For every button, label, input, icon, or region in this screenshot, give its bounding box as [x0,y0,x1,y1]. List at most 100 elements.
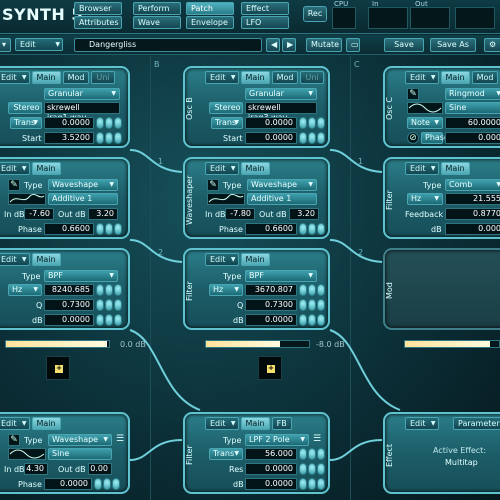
waveshaper-bottom-in-db-value[interactable]: 4.30 [24,463,48,475]
mod-c-module[interactable]: Mod [383,248,500,330]
folder-icon[interactable]: ▭ [346,38,360,52]
filter-b-q-value[interactable]: 0.7300 [245,299,297,311]
osc-a-type-select[interactable]: Granular [44,88,120,100]
waveshaper-b-edit-menu[interactable]: Edit [205,162,239,175]
osc-a-file-field[interactable]: skrewell irag1.wav [44,102,120,122]
level-b-slider[interactable] [205,340,310,348]
waveshaper-b-phase-value[interactable]: 0.6600 [245,223,297,235]
osc-c-tab-mod[interactable]: Mod [471,71,499,84]
filter-a-q-knobs[interactable] [96,299,122,311]
osc-a-trans-knobs[interactable] [96,117,122,129]
filter-b-db-knobs[interactable] [299,314,325,326]
waveshaper-bottom-out-db-value[interactable]: 0.00 [88,463,112,475]
osc-b-edit-menu[interactable]: Edit [205,71,239,84]
nav-browser[interactable]: Browser [74,2,122,15]
save-button[interactable]: Save [384,38,424,52]
osc-b-tab-main[interactable]: Main [240,71,270,84]
filter-bottom-edit-menu[interactable]: Edit [205,417,239,430]
osc-c-note-select[interactable]: Note [407,117,443,129]
osc-b-tab-mod[interactable]: Mod [271,71,299,84]
next-preset-button[interactable]: ▶ [282,38,296,52]
add-module-a-button[interactable]: + [46,356,70,380]
filter-bottom-tab-main[interactable]: Main [240,417,270,430]
filter-b-freq-value[interactable]: 3670.807 [245,284,297,296]
level-a-slider[interactable] [5,340,110,348]
osc-a-trans-value[interactable]: 0.0000 [44,117,94,129]
waveshaper-a-phase-knobs[interactable] [96,223,122,235]
osc-a-edit-menu[interactable]: Edit [0,71,30,84]
waveshaper-a-edit-menu[interactable]: Edit [0,162,30,175]
osc-c-type-select[interactable]: Ringmod [445,88,500,100]
mutate-button[interactable]: Mutate [306,38,342,52]
filter-c-db-value[interactable]: 0.000 [445,223,500,235]
osc-a-start-knobs[interactable] [96,132,122,144]
waveshaper-b-type-select[interactable]: Waveshape [247,179,317,191]
nav-attributes[interactable]: Attributes [74,16,122,29]
filter-b-freq-knobs[interactable] [299,284,325,296]
filter-bottom-db-value[interactable]: 0.0000 [245,478,297,490]
osc-a-tab-main[interactable]: Main [31,71,61,84]
osc-c-phase-value[interactable]: 0.000 [445,132,500,144]
waveshaper-b-edit-icon[interactable]: ✎ [207,179,219,191]
rec-button[interactable]: Rec [303,6,327,22]
edit-menu-1[interactable]: Edit [15,38,63,51]
osc-c-edit-menu[interactable]: Edit [405,71,439,84]
osc-c-phase-reset-icon[interactable]: ⊘ [407,132,419,144]
waveshaper-bottom-curve-select[interactable]: Sine [48,448,112,460]
waveshaper-a-phase-value[interactable]: 0.6600 [44,223,94,235]
filter-b-db-value[interactable]: 0.0000 [245,314,297,326]
waveshaper-b-out-db-value[interactable]: 3.20 [289,208,319,220]
filter-b-tab-main[interactable]: Main [240,253,270,266]
filter-bottom-res-value[interactable]: 0.0000 [245,463,297,475]
filter-b-unit-select[interactable]: Hz [209,284,243,296]
filter-a-freq-knobs[interactable] [96,284,122,296]
osc-c-edit-icon[interactable]: ✎ [407,88,419,100]
filter-a-db-knobs[interactable] [96,314,122,326]
filter-b-edit-menu[interactable]: Edit [205,253,239,266]
waveshaper-a-curve-select[interactable]: Additive 1 [48,193,118,205]
osc-b-start-knobs[interactable] [299,132,325,144]
filter-c-tab-main[interactable]: Main [440,162,470,175]
waveshaper-bottom-type-select[interactable]: Waveshape [48,434,112,446]
waveshaper-bottom-phase-knobs[interactable] [94,478,120,490]
filter-bottom-trans-select[interactable]: Trans [209,448,243,460]
osc-c-note-value[interactable]: 60.0000 [445,117,500,129]
filter-b-q-knobs[interactable] [299,299,325,311]
osc-b-trans-knobs[interactable] [299,117,325,129]
waveshaper-bottom-tab-main[interactable]: Main [31,417,61,430]
osc-a-start-value[interactable]: 3.5200 [44,132,94,144]
filter-a-db-value[interactable]: 0.0000 [44,314,94,326]
filter-a-freq-value[interactable]: 8240.685 [44,284,94,296]
osc-c-phase-button[interactable]: Phase [421,132,449,144]
osc-b-start-value[interactable]: 0.0000 [245,132,297,144]
osc-a-tab-mod[interactable]: Mod [62,71,90,84]
nav-perform[interactable]: Perform [133,2,181,15]
level-c-slider[interactable] [404,340,500,348]
filter-c-unit-select[interactable]: Hz [407,193,443,205]
filter-c-freq-value[interactable]: 21.555 [445,193,500,205]
filter-c-feedback-value[interactable]: 0.8770 [445,208,500,220]
filter-bottom-trans-value[interactable]: 56.000 [245,448,297,460]
nav-envelope[interactable]: Envelope [186,16,234,29]
nav-effect[interactable]: Effect [241,2,289,15]
osc-b-tab-uni[interactable]: Uni [300,71,324,84]
waveshaper-b-in-db-value[interactable]: -7.80 [225,208,255,220]
prev-tool-button[interactable]: ▾ [0,38,11,52]
osc-b-trans-value[interactable]: 0.0000 [245,117,297,129]
add-module-b-button[interactable]: + [258,356,282,380]
prev-preset-button[interactable]: ◀ [266,38,280,52]
osc-b-file-field[interactable]: skrewell irag3.wav [245,102,317,122]
osc-c-tab-main[interactable]: Main [440,71,470,84]
list-icon[interactable]: ☰ [116,434,124,444]
filter-bottom-res-knobs[interactable] [299,463,325,475]
osc-c-shape-select[interactable]: Sine [445,102,500,114]
osc-b-trans-select[interactable]: Trans [211,117,243,129]
osc-a-trans-select[interactable]: Trans [10,117,42,129]
nav-wave[interactable]: Wave [133,16,181,29]
waveshaper-b-phase-knobs[interactable] [299,223,325,235]
settings-icon[interactable]: ⚙ [484,38,500,52]
filter-a-q-value[interactable]: 0.7300 [44,299,94,311]
waveshaper-b-curve-select[interactable]: Additive 1 [247,193,317,205]
waveshaper-a-out-db-value[interactable]: 3.20 [88,208,118,220]
osc-a-stereo-button[interactable]: Stereo [8,102,42,114]
